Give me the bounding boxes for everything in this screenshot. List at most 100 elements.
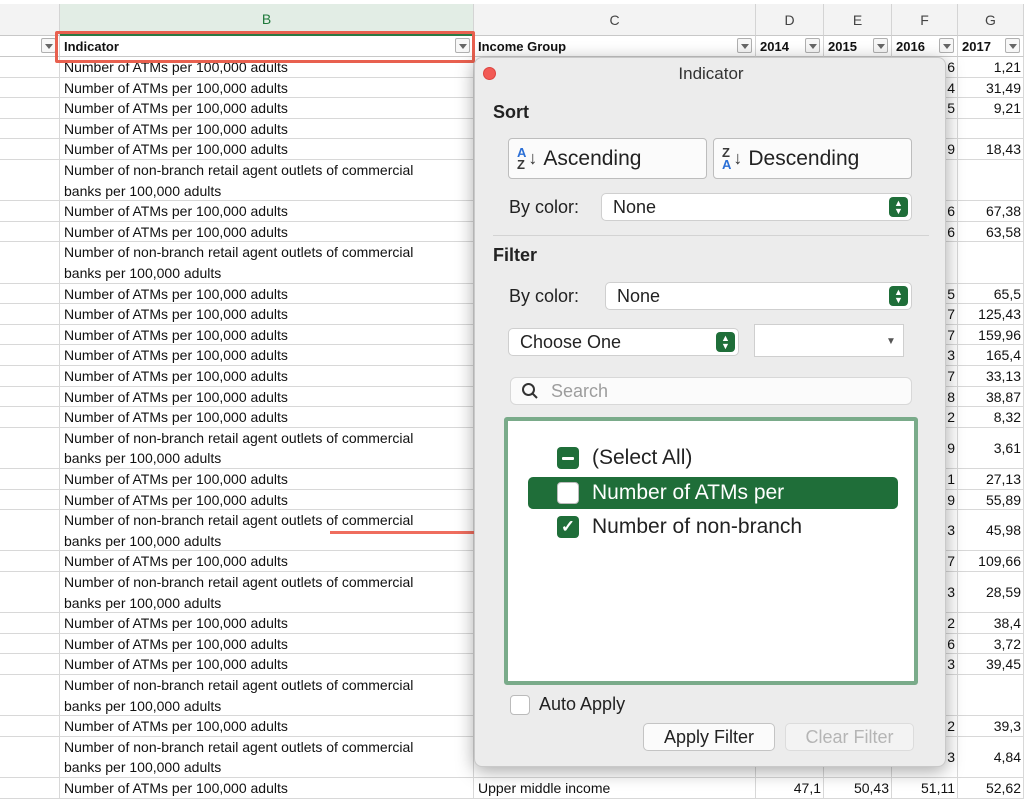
checkbox-checked-icon[interactable]: ✓ — [557, 516, 579, 538]
auto-apply-checkbox[interactable] — [510, 694, 530, 715]
table-cell-indicator[interactable]: Number of ATMs per 100,000 adults — [60, 551, 474, 572]
column-header-f[interactable]: F — [892, 4, 958, 36]
table-cell-indicator[interactable]: Number of ATMs per 100,000 adults — [60, 407, 474, 428]
table-cell-2017[interactable]: 65,5 — [958, 283, 1024, 305]
table-cell-2017[interactable]: 3,61 — [958, 427, 1024, 469]
header-cell-2015[interactable]: 2015 — [824, 36, 892, 57]
table-cell-2017[interactable]: 9,21 — [958, 98, 1024, 119]
header-cell-a[interactable] — [0, 36, 60, 57]
table-cell-a[interactable] — [0, 139, 60, 160]
filter-color-select[interactable]: None ▲ ▼ — [605, 282, 912, 310]
condition-select[interactable]: Choose One ▲ ▼ — [508, 328, 739, 356]
table-cell-2017[interactable]: 39,3 — [958, 716, 1024, 737]
table-cell-a[interactable] — [0, 98, 60, 119]
table-cell-a[interactable] — [0, 510, 60, 552]
table-cell-indicator[interactable]: Number of non-branch retail agent outlet… — [60, 675, 474, 717]
filter-dropdown-button[interactable] — [41, 38, 56, 53]
table-cell-a[interactable] — [0, 324, 60, 346]
table-cell-2017[interactable]: 1,21 — [958, 57, 1024, 78]
table-cell-a[interactable] — [0, 221, 60, 243]
table-cell-2017[interactable]: 125,43 — [958, 304, 1024, 325]
list-item-atms[interactable]: Number of ATMs per — [528, 477, 898, 509]
table-cell-2017[interactable]: 52,62 — [958, 778, 1024, 799]
filter-dropdown-button[interactable] — [805, 38, 820, 53]
table-cell-indicator[interactable]: Number of ATMs per 100,000 adults — [60, 221, 474, 243]
table-cell-a[interactable] — [0, 675, 60, 717]
table-cell-indicator[interactable]: Number of ATMs per 100,000 adults — [60, 345, 474, 366]
header-cell-2017[interactable]: 2017 — [958, 36, 1024, 57]
list-item-non-branch[interactable]: ✓ Number of non-branch — [528, 511, 898, 543]
table-cell-2017[interactable]: 109,66 — [958, 551, 1024, 572]
auto-apply-toggle[interactable]: Auto Apply — [510, 694, 625, 715]
table-cell-a[interactable] — [0, 118, 60, 140]
table-cell-2017[interactable]: 38,87 — [958, 386, 1024, 408]
table-cell-indicator[interactable]: Number of non-branch retail agent outlet… — [60, 427, 474, 469]
table-cell-2017[interactable]: 67,38 — [958, 201, 1024, 222]
table-cell-a[interactable] — [0, 654, 60, 675]
table-cell-a[interactable] — [0, 736, 60, 778]
table-cell-2017[interactable]: 159,96 — [958, 324, 1024, 346]
filter-dropdown-button[interactable] — [873, 38, 888, 53]
table-cell-2017[interactable] — [958, 242, 1024, 284]
table-cell-2017[interactable]: 33,13 — [958, 366, 1024, 387]
table-cell-2016[interactable]: 51,11 — [892, 778, 958, 799]
checkbox-unchecked-icon[interactable] — [557, 482, 579, 504]
table-cell-a[interactable] — [0, 778, 60, 799]
sort-descending-button[interactable]: ZA ↓ Descending — [713, 138, 912, 179]
table-cell-2017[interactable]: 8,32 — [958, 407, 1024, 428]
table-cell-a[interactable] — [0, 345, 60, 366]
search-field[interactable]: Search — [510, 377, 912, 405]
table-cell-a[interactable] — [0, 613, 60, 634]
sort-ascending-button[interactable]: AZ ↓ Ascending — [508, 138, 707, 179]
sort-color-select[interactable]: None ▲ ▼ — [601, 193, 912, 221]
header-cell-income-group[interactable]: Income Group — [474, 36, 756, 57]
table-cell-indicator[interactable]: Number of non-branch retail agent outlet… — [60, 242, 474, 284]
checkbox-mixed-icon[interactable] — [557, 447, 579, 469]
table-cell-2017[interactable]: 165,4 — [958, 345, 1024, 366]
table-cell-indicator[interactable]: Number of ATMs per 100,000 adults — [60, 98, 474, 119]
table-cell-2017[interactable]: 63,58 — [958, 221, 1024, 243]
table-cell-indicator[interactable]: Number of ATMs per 100,000 adults — [60, 716, 474, 737]
table-cell-a[interactable] — [0, 551, 60, 572]
apply-filter-button[interactable]: Apply Filter — [643, 723, 775, 751]
table-cell-2017[interactable]: 55,89 — [958, 489, 1024, 511]
column-header-e[interactable]: E — [824, 4, 892, 36]
table-cell-a[interactable] — [0, 283, 60, 305]
table-cell-2015[interactable]: 50,43 — [824, 778, 892, 799]
table-cell-a[interactable] — [0, 427, 60, 469]
table-cell-indicator[interactable]: Number of ATMs per 100,000 adults — [60, 139, 474, 160]
table-cell-indicator[interactable]: Number of ATMs per 100,000 adults — [60, 366, 474, 387]
table-cell-a[interactable] — [0, 407, 60, 428]
list-item-select-all[interactable]: (Select All) — [528, 442, 898, 474]
table-cell-a[interactable] — [0, 57, 60, 78]
filter-dropdown-button[interactable] — [939, 38, 954, 53]
table-cell-indicator[interactable]: Number of non-branch retail agent outlet… — [60, 160, 474, 202]
filter-dropdown-button[interactable] — [1005, 38, 1020, 53]
table-cell-2017[interactable]: 28,59 — [958, 572, 1024, 614]
table-cell-2017[interactable]: 18,43 — [958, 139, 1024, 160]
table-cell-indicator[interactable]: Number of ATMs per 100,000 adults — [60, 613, 474, 634]
table-cell-indicator[interactable]: Number of ATMs per 100,000 adults — [60, 77, 474, 99]
table-cell-indicator[interactable]: Number of ATMs per 100,000 adults — [60, 201, 474, 222]
table-cell-indicator[interactable]: Number of ATMs per 100,000 adults — [60, 633, 474, 655]
table-cell-2017[interactable]: 4,84 — [958, 736, 1024, 778]
table-cell-indicator[interactable]: Number of non-branch retail agent outlet… — [60, 572, 474, 614]
condition-value-input[interactable] — [754, 324, 880, 357]
table-cell-a[interactable] — [0, 386, 60, 408]
table-cell-indicator[interactable]: Number of ATMs per 100,000 adults — [60, 386, 474, 408]
column-header-c[interactable]: C — [474, 4, 756, 36]
table-cell-indicator[interactable]: Number of ATMs per 100,000 adults — [60, 654, 474, 675]
table-cell-2017[interactable]: 45,98 — [958, 510, 1024, 552]
table-cell-a[interactable] — [0, 633, 60, 655]
table-cell-2017[interactable]: 27,13 — [958, 469, 1024, 490]
table-cell-2017[interactable] — [958, 118, 1024, 140]
table-cell-indicator[interactable]: Number of ATMs per 100,000 adults — [60, 778, 474, 799]
table-cell-2017[interactable]: 3,72 — [958, 633, 1024, 655]
table-cell-a[interactable] — [0, 77, 60, 99]
table-cell-2017[interactable]: 31,49 — [958, 77, 1024, 99]
table-cell-indicator[interactable]: Number of ATMs per 100,000 adults — [60, 469, 474, 490]
table-cell-a[interactable] — [0, 469, 60, 490]
table-cell-a[interactable] — [0, 304, 60, 325]
table-cell-indicator[interactable]: Number of ATMs per 100,000 adults — [60, 304, 474, 325]
table-cell-2014[interactable]: 47,1 — [756, 778, 824, 799]
